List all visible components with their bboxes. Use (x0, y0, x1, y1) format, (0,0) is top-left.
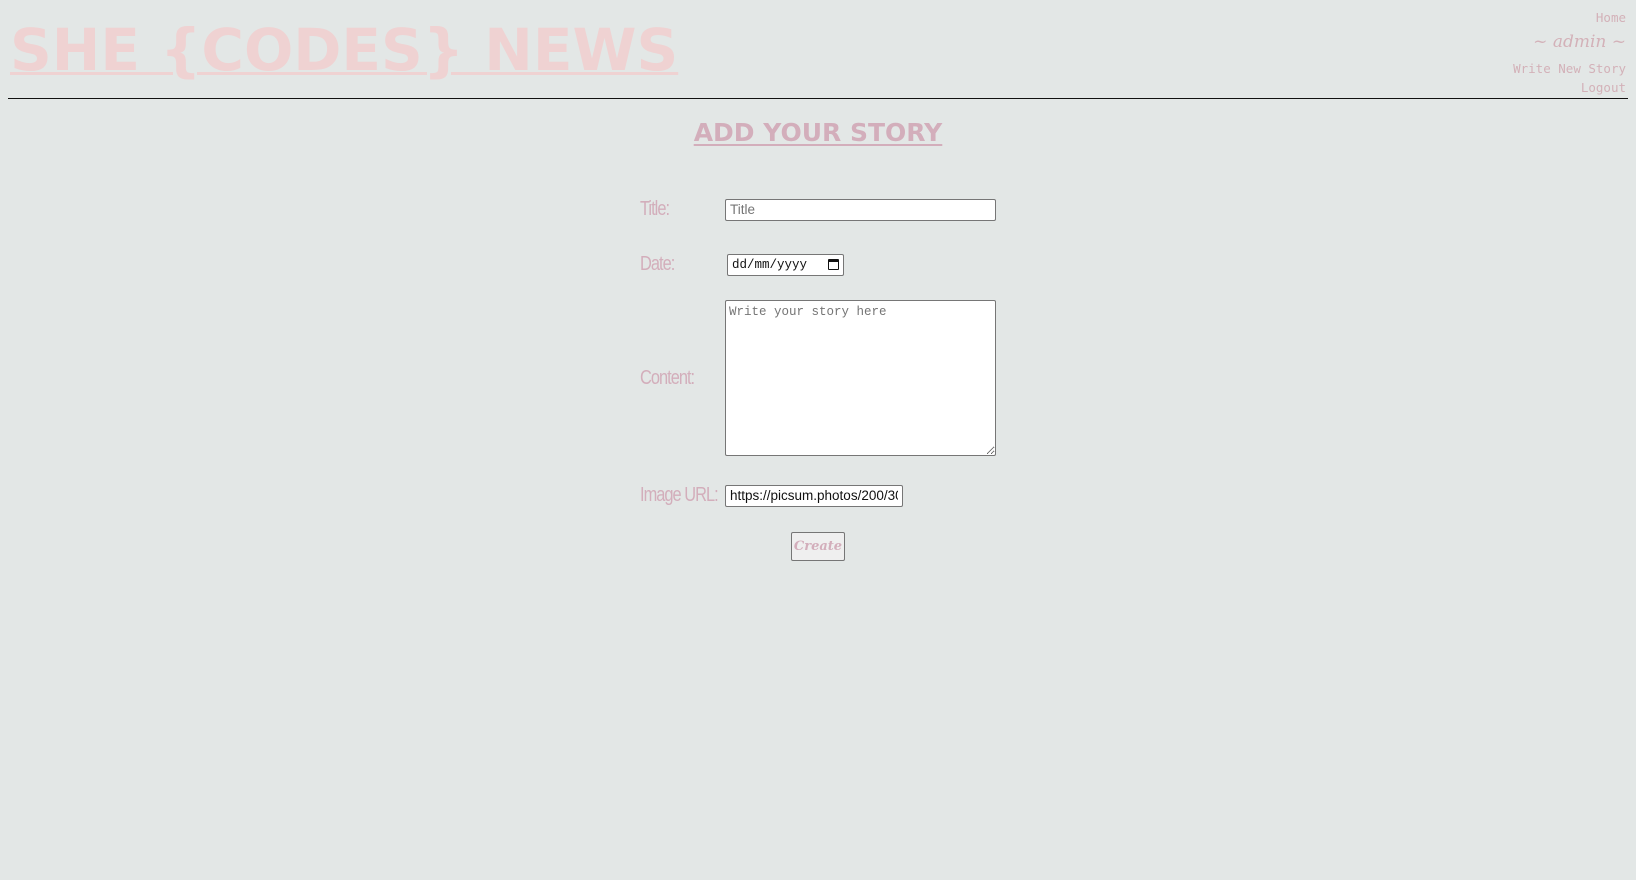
date-input[interactable]: dd/mm/yyyy (727, 253, 844, 276)
calendar-icon[interactable] (828, 259, 839, 270)
date-row: Date: dd/mm/yyyy (640, 253, 844, 276)
nav-username: ~ admin ~ (1533, 32, 1626, 52)
image-url-label: Image URL: (640, 484, 719, 506)
top-nav: Home ~ admin ~ Write New Story Logout (1513, 8, 1626, 97)
content-label: Content: (640, 366, 695, 389)
title-row: Title: (640, 198, 996, 221)
site-logo-link[interactable]: SHE {CODES} NEWS (10, 16, 678, 84)
title-label: Title: (640, 198, 670, 220)
date-placeholder: dd/mm/yyyy (732, 257, 808, 272)
content-textarea[interactable] (725, 300, 996, 456)
image-url-row: Image URL: (640, 484, 903, 507)
content-row: Content: (640, 300, 996, 456)
page-title: ADD YOUR STORY (0, 118, 1636, 147)
page: SHE {CODES} NEWS Home ~ admin ~ Write Ne… (0, 0, 1636, 880)
date-label: Date: (640, 253, 675, 275)
nav-write-new-story-link[interactable]: Write New Story (1513, 59, 1626, 78)
page-title-text: ADD YOUR STORY (693, 118, 943, 147)
image-url-input[interactable] (725, 484, 903, 507)
title-input[interactable] (725, 198, 996, 221)
create-button[interactable]: Create (791, 532, 845, 561)
site-header: SHE {CODES} NEWS Home ~ admin ~ Write Ne… (8, 0, 1628, 99)
nav-home-link[interactable]: Home (1513, 8, 1626, 27)
nav-logout-link[interactable]: Logout (1513, 78, 1626, 97)
